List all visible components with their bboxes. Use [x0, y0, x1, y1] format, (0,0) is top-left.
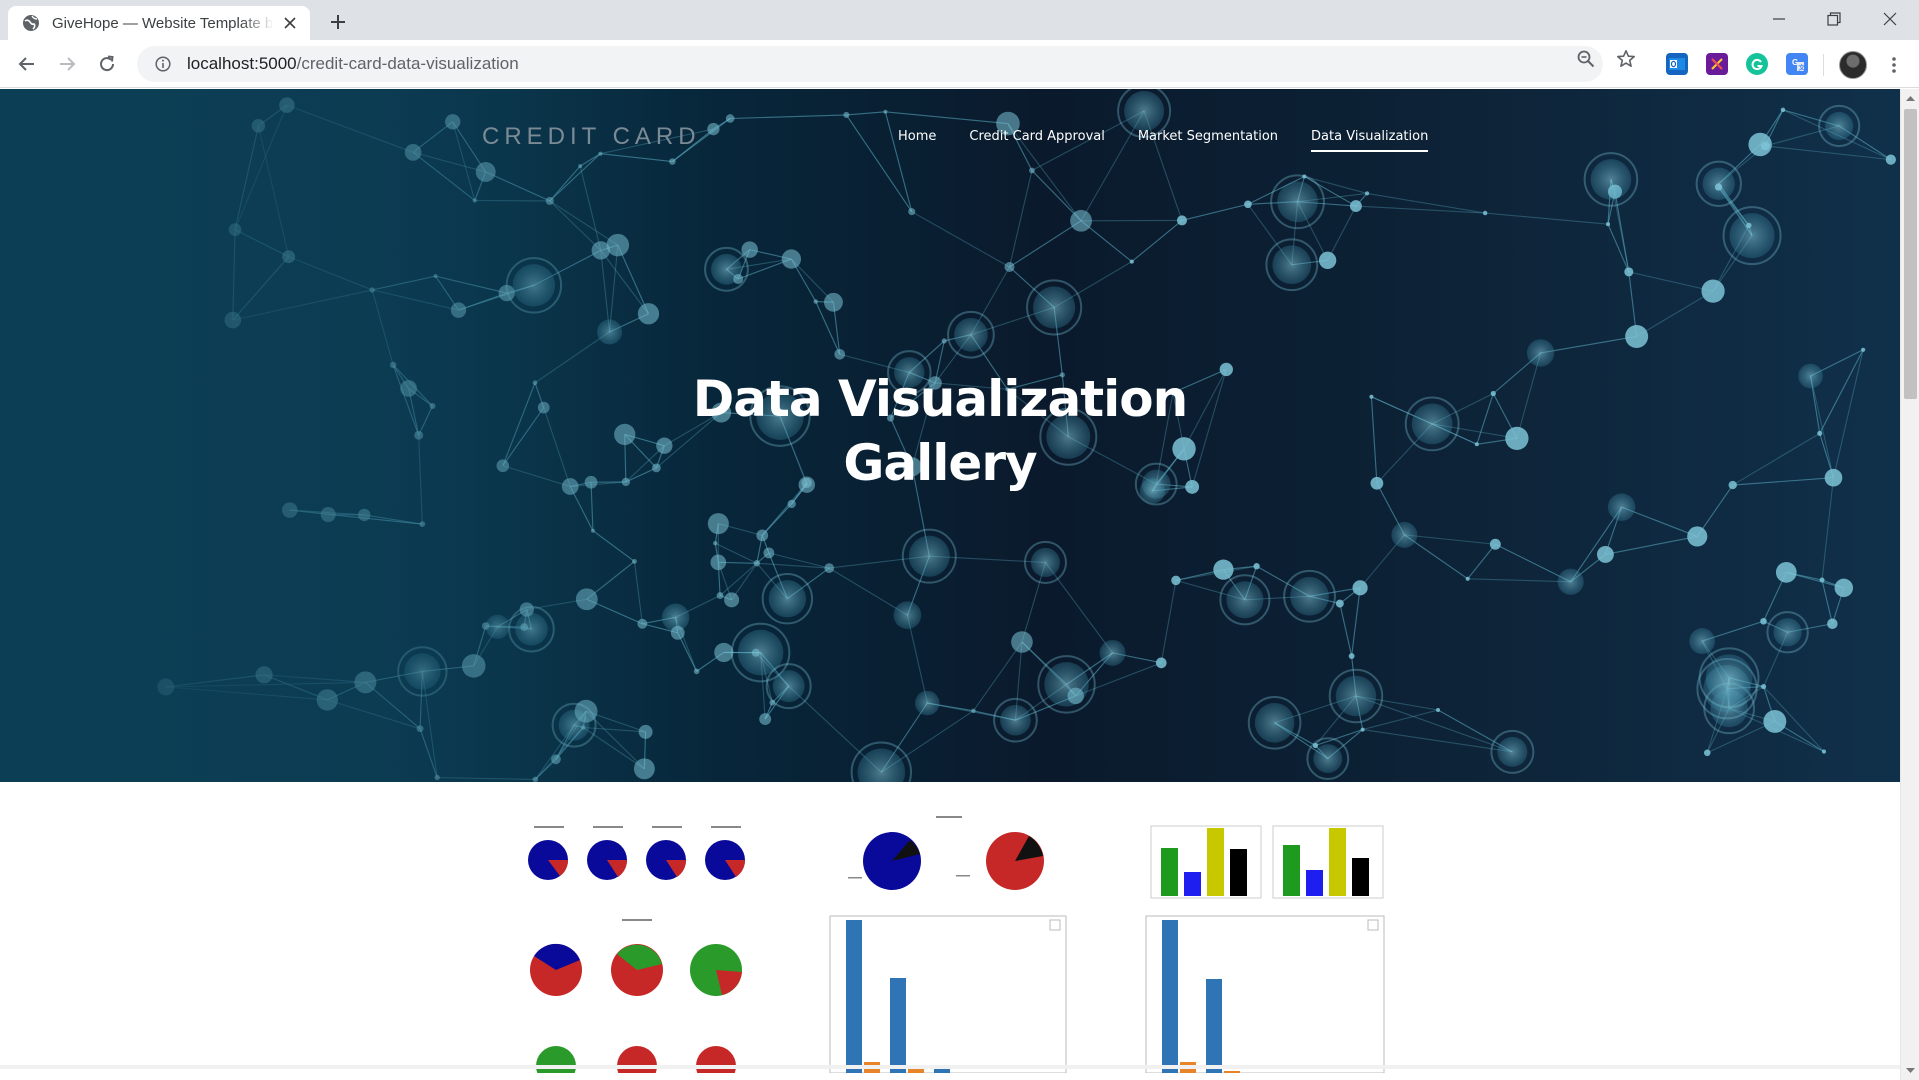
page-title-line-2: Gallery	[843, 434, 1037, 492]
menu-kebab-icon[interactable]	[1882, 52, 1906, 78]
restore-icon[interactable]	[1806, 0, 1862, 38]
translate-icon[interactable]: G文	[1786, 53, 1808, 75]
zoom-icon[interactable]	[1575, 48, 1597, 70]
profile-avatar[interactable]	[1839, 51, 1867, 79]
gallery-image-3[interactable]	[1149, 820, 1385, 902]
reload-icon[interactable]	[91, 48, 123, 80]
scroll-up-arrow-icon[interactable]	[1905, 93, 1916, 104]
address-bar[interactable]: localhost:5000/credit-card-data-visualiz…	[137, 46, 1603, 82]
horizontal-divider	[0, 1065, 1900, 1069]
page-viewport: CREDIT CARD Home Credit Card Approval Ma…	[0, 89, 1900, 1080]
browser-toolbar: localhost:5000/credit-card-data-visualiz…	[0, 40, 1919, 88]
site-brand-logo[interactable]: CREDIT CARD	[482, 123, 701, 151]
scrollbar-thumb[interactable]	[1904, 109, 1917, 399]
tab-strip: GiveHope — Website Template by	[0, 0, 1919, 40]
scroll-down-arrow-icon[interactable]	[1905, 1065, 1916, 1076]
toolbar-separator	[1823, 54, 1824, 76]
new-tab-icon[interactable]	[326, 10, 350, 34]
main-nav: Home Credit Card Approval Market Segment…	[898, 129, 1461, 152]
minimize-icon[interactable]	[1751, 0, 1807, 38]
outlook-icon[interactable]	[1666, 53, 1688, 75]
close-tab-icon[interactable]	[280, 13, 300, 33]
visualization-gallery	[0, 782, 1900, 1080]
reader-icon[interactable]	[1706, 53, 1728, 75]
url-text: localhost:5000/credit-card-data-visualiz…	[187, 54, 519, 73]
gallery-image-4[interactable]	[522, 916, 758, 1073]
forward-icon[interactable]	[51, 48, 83, 80]
bookmark-star-icon[interactable]	[1615, 48, 1637, 70]
page-title: Data Visualization Gallery	[640, 367, 1240, 495]
gallery-image-6[interactable]	[1134, 914, 1386, 1073]
globe-icon	[23, 15, 39, 31]
nav-data-visualization[interactable]: Data Visualization	[1311, 129, 1429, 152]
nav-credit-card-approval[interactable]: Credit Card Approval	[969, 129, 1104, 152]
back-icon[interactable]	[11, 48, 43, 80]
info-icon[interactable]	[153, 54, 173, 74]
gallery-image-1[interactable]	[522, 818, 758, 902]
svg-text:文: 文	[1798, 63, 1806, 72]
gallery-image-5[interactable]	[818, 914, 1068, 1073]
page-scrollbar[interactable]	[1900, 89, 1919, 1080]
nav-market-segmentation[interactable]: Market Segmentation	[1138, 129, 1278, 152]
browser-tab[interactable]: GiveHope — Website Template by	[8, 6, 310, 40]
grammarly-icon[interactable]	[1746, 53, 1768, 75]
nav-home[interactable]: Home	[898, 129, 936, 152]
hero-section: CREDIT CARD Home Credit Card Approval Ma…	[0, 89, 1900, 782]
page-title-line-1: Data Visualization	[692, 370, 1188, 428]
tab-title: GiveHope — Website Template by	[52, 14, 274, 32]
gallery-image-2[interactable]	[838, 814, 1058, 904]
thumb-pie-1	[528, 826, 746, 880]
close-window-icon[interactable]	[1862, 0, 1918, 38]
